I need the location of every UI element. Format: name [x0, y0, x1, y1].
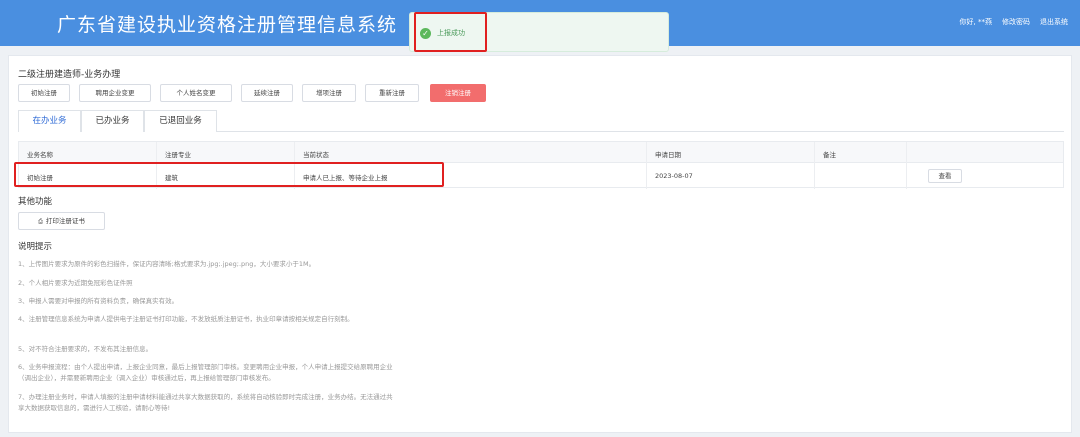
toast-message: 上报成功	[437, 29, 465, 37]
business-tabs: 在办业务 已办业务 已退回业务	[18, 110, 1064, 132]
logout-link[interactable]: 退出系统	[1040, 17, 1068, 27]
section-title: 二级注册建造师-业务办理	[18, 70, 121, 80]
add-item-register-button[interactable]: 增项注册	[302, 84, 356, 102]
tab-returned[interactable]: 已退回业务	[144, 110, 217, 132]
note-item: 3、申报人需要对申报的所有资料负责，确保真实有效。	[18, 297, 179, 305]
note-item: 5、对不符合注册要求的，不发布其注册信息。	[18, 345, 153, 353]
tab-completed[interactable]: 已办业务	[81, 110, 144, 132]
note-item: 6、业务申报流程：由个人提出申请，上报企业同意，最后上报管理部门审核。变更聘用企…	[18, 363, 393, 382]
column-header-date: 申请日期	[655, 151, 681, 159]
column-header-remark: 备注	[823, 151, 836, 159]
renew-register-button[interactable]: 延续注册	[241, 84, 293, 102]
notes-title: 说明提示	[18, 242, 53, 252]
note-item: 4、注册管理信息系统为申请人提供电子注册证书打印功能，不发放纸质注册证书，执业印…	[18, 315, 354, 323]
change-employer-button[interactable]: 聘用企业变更	[79, 84, 151, 102]
column-header-major: 注册专业	[165, 151, 191, 159]
note-item: 2、个人相片要求为近期免冠彩色证件照	[18, 279, 133, 287]
user-area: 你好, **燕 修改密码 退出系统	[960, 17, 1068, 27]
print-certificate-label: 打印注册证书	[45, 217, 85, 225]
success-toast: ✓ 上报成功	[409, 12, 669, 52]
row-business-name: 初始注册	[27, 174, 53, 182]
cancel-register-button[interactable]: 注销注册	[430, 84, 486, 102]
print-icon: ⎙	[38, 218, 43, 225]
initial-register-button[interactable]: 初始注册	[18, 84, 70, 102]
change-name-button[interactable]: 个人姓名变更	[160, 84, 232, 102]
main-panel: 二级注册建造师-业务办理 初始注册 聘用企业变更 个人姓名变更 延续注册 增项注…	[8, 55, 1072, 433]
print-certificate-button[interactable]: ⎙ 打印注册证书	[18, 212, 105, 230]
note-item: 1、上传图片要求为原件的彩色扫描件，保证内容清晰;格式要求为.jpg;.jpeg…	[18, 260, 316, 268]
row-date: 2023-08-07	[655, 172, 693, 180]
success-check-icon: ✓	[420, 28, 431, 39]
other-functions-title: 其他功能	[18, 197, 53, 207]
row-major: 建筑	[165, 174, 178, 182]
business-table: 业务名称 注册专业 当前状态 申请日期 备注 初始注册 建筑 申请人已上报、等待…	[18, 141, 1064, 189]
note-item: 7、办理注册业务时，申请人填报的注册申请材料能通过共享大数据获取的，系统将自动核…	[18, 393, 393, 412]
system-title: 广东省建设执业资格注册管理信息系统	[57, 14, 398, 36]
view-button[interactable]: 查看	[928, 169, 962, 183]
tab-in-progress[interactable]: 在办业务	[18, 110, 81, 132]
column-header-name: 业务名称	[27, 151, 53, 159]
change-password-link[interactable]: 修改密码	[1002, 17, 1030, 27]
column-header-status: 当前状态	[303, 151, 329, 159]
re-register-button[interactable]: 重新注册	[365, 84, 419, 102]
user-greeting: 你好, **燕	[959, 18, 992, 26]
row-status: 申请人已上报、等待企业上报	[303, 174, 388, 182]
